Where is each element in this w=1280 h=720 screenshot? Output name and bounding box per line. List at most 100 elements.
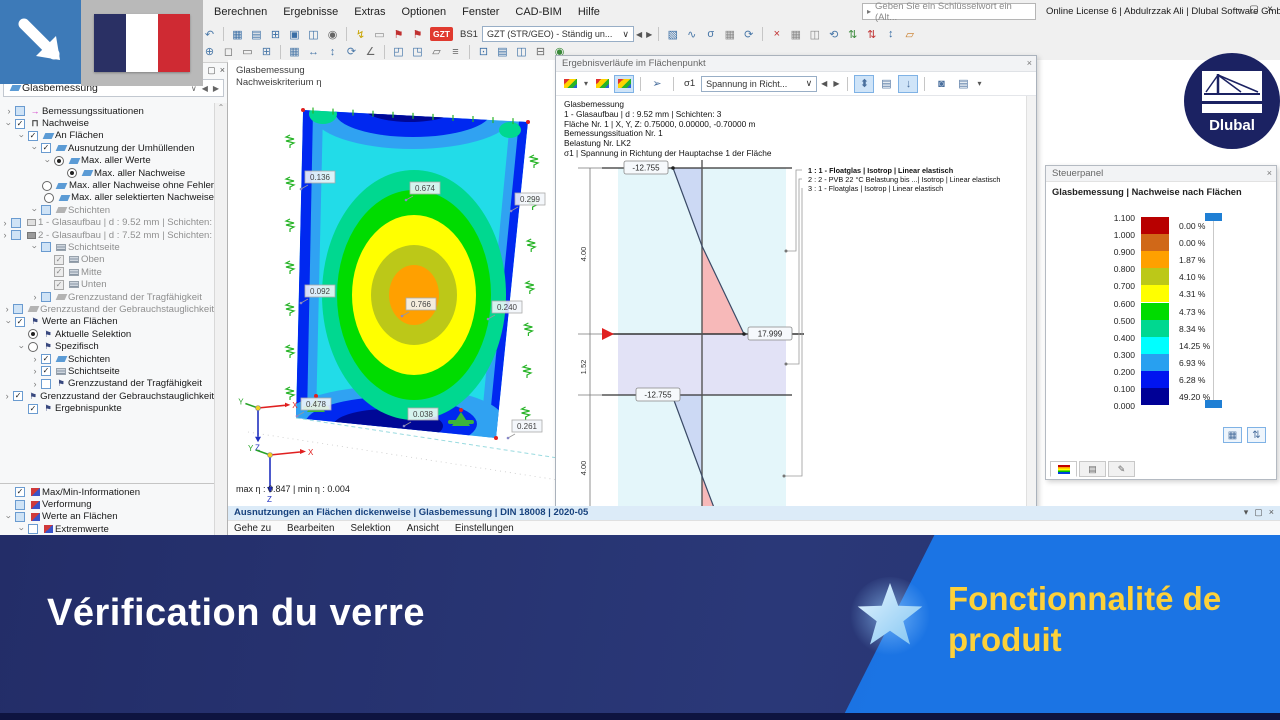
- move-y-icon[interactable]: ↕: [324, 44, 341, 60]
- zoom-extent-icon[interactable]: ◳: [409, 44, 426, 60]
- expander-icon[interactable]: ›: [30, 354, 40, 364]
- tab-filter[interactable]: ✎: [1108, 461, 1135, 477]
- radio-button[interactable]: [42, 181, 52, 191]
- tree-item[interactable]: ›Werte an Flächen: [0, 511, 214, 523]
- checkbox[interactable]: [41, 242, 51, 252]
- deformation-icon[interactable]: ∿: [683, 26, 700, 42]
- checkbox[interactable]: [11, 230, 21, 240]
- radio-button[interactable]: [44, 193, 54, 203]
- tree-item[interactable]: ›✓Schichten: [0, 353, 214, 365]
- expander-icon[interactable]: ›: [2, 391, 12, 401]
- tree-item[interactable]: ✓Oben: [0, 254, 214, 266]
- z-direction-icon[interactable]: ↓: [898, 75, 918, 93]
- expander-icon[interactable]: ›: [0, 218, 10, 228]
- radio-button[interactable]: [28, 329, 38, 339]
- checkbox[interactable]: ✓: [15, 119, 25, 129]
- menu-extras[interactable]: Extras: [346, 4, 393, 20]
- flag-icon[interactable]: ⚑: [390, 26, 407, 42]
- scale-slider-handle-bottom[interactable]: [1205, 400, 1222, 408]
- checkbox[interactable]: [28, 524, 38, 534]
- node-icon[interactable]: ⊡: [475, 44, 492, 60]
- tree-item[interactable]: ✓Unten: [0, 278, 214, 290]
- layers-icon[interactable]: ▤: [494, 44, 511, 60]
- tree-item[interactable]: ›✓An Flächen: [0, 130, 214, 142]
- tree-item[interactable]: ›Grenzzustand der Gebrauchstauglichkeit: [0, 303, 214, 315]
- expander-icon[interactable]: ›: [30, 379, 40, 389]
- menu-cadbim[interactable]: CAD-BIM: [507, 4, 569, 20]
- tree-item[interactable]: ›✓⚑Grenzzustand der Gebrauchstauglichkei…: [0, 390, 214, 402]
- prev-result-icon[interactable]: ◀: [821, 79, 827, 88]
- tree-item[interactable]: ›Schichtseite: [0, 241, 214, 253]
- tree-item[interactable]: Max. aller Nachweise ohne Fehler: [0, 179, 214, 191]
- expander-icon[interactable]: ›: [17, 524, 27, 534]
- add-icon[interactable]: ⊕: [201, 44, 218, 60]
- rotate-icon[interactable]: ⟲: [825, 26, 842, 42]
- collapse-icon[interactable]: ⊟: [532, 44, 549, 60]
- close-icon[interactable]: ×: [1267, 168, 1272, 178]
- viewmenu-einstellungen[interactable]: Einstellungen: [455, 523, 514, 534]
- tree-item[interactable]: ›✓Schichtseite: [0, 365, 214, 377]
- view-split-icon[interactable]: ⊞: [267, 26, 284, 42]
- section-diagram-icon[interactable]: ⬍: [854, 75, 874, 93]
- expander-icon[interactable]: ›: [17, 131, 27, 141]
- edit-scale-button[interactable]: ▦: [1223, 427, 1242, 443]
- tree-item[interactable]: ›Max. aller Werte: [0, 155, 214, 167]
- next-loadcase-icon[interactable]: ▶: [646, 30, 652, 39]
- scale-slider-track[interactable]: [1213, 221, 1214, 403]
- close-icon[interactable]: ×: [1027, 58, 1032, 68]
- checkbox[interactable]: [41, 292, 51, 302]
- next-result-icon[interactable]: ▶: [833, 79, 839, 88]
- camera-icon[interactable]: ◙: [931, 75, 951, 93]
- expander-icon[interactable]: ›: [43, 156, 53, 166]
- stress-icon[interactable]: σ: [702, 26, 719, 42]
- views-icon[interactable]: ◫: [513, 44, 530, 60]
- section-position-arrow[interactable]: [602, 328, 614, 340]
- checkbox[interactable]: [15, 512, 25, 522]
- dim-icon[interactable]: ↕: [882, 26, 899, 42]
- contour-mode-icon[interactable]: [560, 75, 580, 93]
- checkbox[interactable]: ✓: [28, 131, 38, 141]
- checkbox[interactable]: [41, 205, 51, 215]
- delete-results-icon[interactable]: ×: [768, 26, 785, 42]
- minimize-icon[interactable]: –: [1230, 4, 1246, 15]
- panel2-icon[interactable]: ◫: [806, 26, 823, 42]
- expander-icon[interactable]: ›: [17, 342, 27, 352]
- contour-mode2-icon[interactable]: [592, 75, 612, 93]
- checkbox[interactable]: ✓: [41, 143, 51, 153]
- screen-icon[interactable]: ▭: [371, 26, 388, 42]
- checkbox[interactable]: [41, 379, 51, 389]
- checkbox[interactable]: [15, 500, 25, 510]
- expander-icon[interactable]: ›: [4, 106, 14, 116]
- viewmenu-selektion[interactable]: Selektion: [350, 523, 390, 534]
- expander-icon[interactable]: ›: [30, 366, 40, 376]
- view-panel-icon[interactable]: ◫: [305, 26, 322, 42]
- tree-item[interactable]: ✓⚑Ergebnispunkte: [0, 402, 214, 414]
- folder-icon[interactable]: ▱: [901, 26, 918, 42]
- print-dropdown-icon[interactable]: ▾: [977, 79, 981, 88]
- expander-icon[interactable]: ›: [30, 205, 40, 215]
- refresh-icon[interactable]: ⟳: [740, 26, 757, 42]
- move-x-icon[interactable]: ↔: [305, 44, 322, 60]
- scale-slider-handle-top[interactable]: [1205, 213, 1222, 221]
- navigator-scrollbar[interactable]: ⌃: [214, 103, 227, 535]
- close-icon[interactable]: ×: [1262, 4, 1278, 15]
- grid2-icon[interactable]: ▦: [787, 26, 804, 42]
- results-scrollbar[interactable]: [1026, 96, 1036, 534]
- tree-item[interactable]: ›2 - Glasaufbau | d : 7.52 mm | Schichte…: [0, 229, 214, 241]
- visibility-icon[interactable]: ◉: [324, 26, 341, 42]
- flag2-icon[interactable]: ⚑: [409, 26, 426, 42]
- select-icon[interactable]: ◻: [220, 44, 237, 60]
- search-input[interactable]: ▸ Geben Sie ein Schlüsselwort ein (Alt..…: [862, 3, 1036, 20]
- expander-icon[interactable]: ›: [30, 242, 40, 252]
- table-view-icon[interactable]: ▤: [876, 75, 896, 93]
- tree-item[interactable]: ⚑Aktuelle Selektion: [0, 328, 214, 340]
- results-icon[interactable]: ▧: [664, 26, 681, 42]
- tree-item[interactable]: ›Grenzzustand der Tragfähigkeit: [0, 291, 214, 303]
- prev-loadcase-icon[interactable]: ◀: [636, 30, 642, 39]
- list-icon[interactable]: ≡: [447, 44, 464, 60]
- checkbox[interactable]: ✓: [41, 366, 51, 376]
- tree-item[interactable]: ›⚑Spezifisch: [0, 340, 214, 352]
- tree-item[interactable]: ›✓⚑Werte an Flächen: [0, 316, 214, 328]
- checkbox[interactable]: ✓: [54, 255, 64, 265]
- checkbox[interactable]: ✓: [13, 391, 23, 401]
